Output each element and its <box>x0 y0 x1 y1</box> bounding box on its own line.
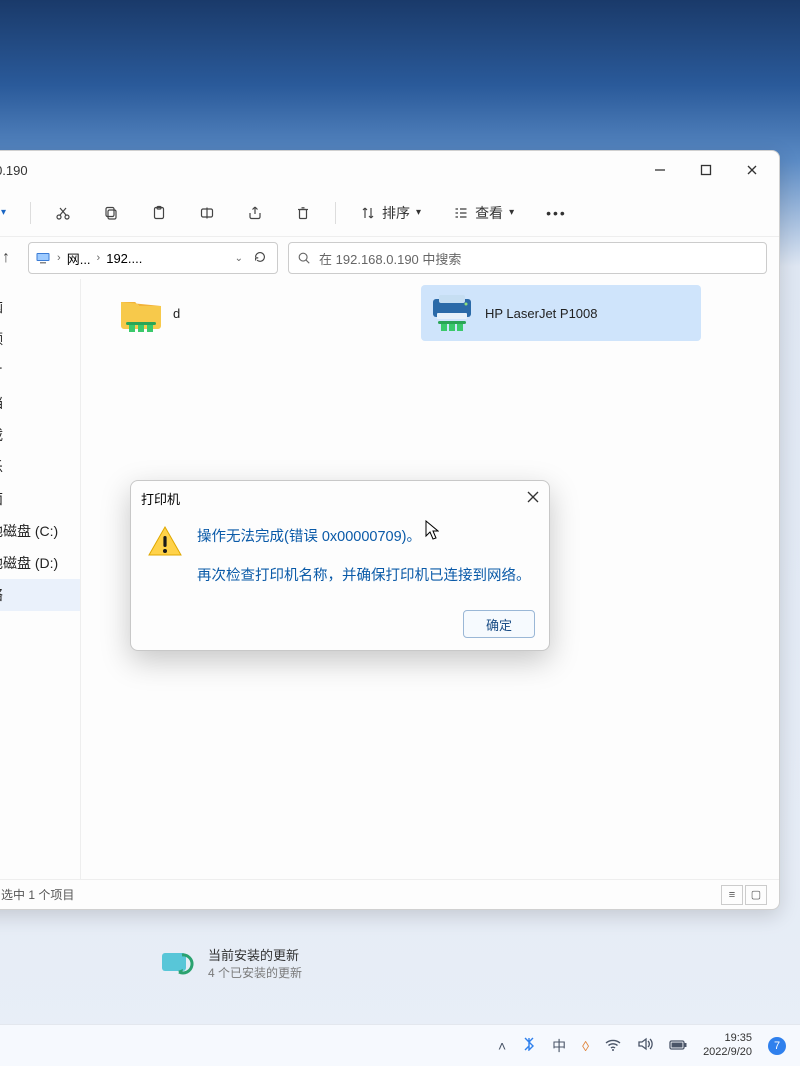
paste-button[interactable] <box>143 199 175 227</box>
details-view-button[interactable]: ≡ <box>721 885 743 905</box>
selection-count: 选中 1 个项目 <box>1 886 74 903</box>
copy-button[interactable] <box>95 199 127 227</box>
rename-button[interactable] <box>191 199 223 227</box>
ime-icon[interactable]: 中 <box>552 1036 566 1056</box>
update-notice[interactable]: 当前安装的更新 4 个已安装的更新 <box>160 945 302 981</box>
update-title: 当前安装的更新 <box>208 945 302 964</box>
minimize-button[interactable] <box>637 154 683 186</box>
dialog-title: 打印机 <box>141 489 527 508</box>
pc-icon <box>35 250 51 266</box>
printer-label: HP LaserJet P1008 <box>485 306 598 321</box>
tray-expand-icon[interactable]: ˄ <box>498 1038 506 1054</box>
chevron-down-icon: ▾ <box>509 207 514 218</box>
sidebar-item-pictures[interactable]: 图片 <box>0 355 80 387</box>
bluetooth-icon[interactable] <box>522 1037 536 1054</box>
more-button[interactable]: ••• <box>538 199 575 227</box>
clock-time: 19:35 <box>703 1032 752 1045</box>
more-icon: ••• <box>546 205 567 221</box>
up-button[interactable]: ↑ <box>2 249 10 267</box>
chevron-right-icon: › <box>97 252 101 264</box>
folder-item[interactable]: d <box>111 285 391 341</box>
nav-buttons: ▾ ↑ <box>0 249 18 267</box>
ok-button[interactable]: 确定 <box>463 610 535 638</box>
search-placeholder: 在 192.168.0.190 中搜索 <box>319 249 461 268</box>
new-button[interactable]: 建 ▾ <box>0 197 14 229</box>
sidebar-item-thispc[interactable]: 电脑 <box>0 291 80 323</box>
sidebar-item-drive-c[interactable]: 本地磁盘 (C:) <box>0 515 80 547</box>
search-input[interactable]: 在 192.168.0.190 中搜索 <box>288 242 767 274</box>
dialog-body: 操作无法完成(错误 0x00000709)。 再次检查打印机名称，并确保打印机已… <box>131 515 549 602</box>
update-icon <box>160 949 194 977</box>
dialog-message: 操作无法完成(错误 0x00000709)。 再次检查打印机名称，并确保打印机已… <box>197 525 531 588</box>
view-toggle: ≡ ▢ <box>721 885 767 905</box>
separator <box>30 202 31 224</box>
rename-icon <box>199 205 215 221</box>
shared-folder-icon <box>119 294 163 332</box>
sort-label: 排序 <box>382 203 410 223</box>
chevron-right-icon: › <box>57 252 61 264</box>
clock[interactable]: 19:35 2022/9/20 <box>703 1032 752 1058</box>
sidebar: 电脑 视频 图片 文档 下载 音乐 桌面 本地磁盘 (C:) 本地磁盘 (D:)… <box>0 279 81 879</box>
separator <box>335 202 336 224</box>
dialog-titlebar[interactable]: 打印机 <box>131 481 549 515</box>
cursor-icon <box>425 520 439 540</box>
view-button[interactable]: 查看 ▾ <box>445 197 522 229</box>
warning-icon <box>147 525 183 559</box>
tiles-view-button[interactable]: ▢ <box>745 885 767 905</box>
window-title: 58.0.190 <box>0 163 637 178</box>
statusbar: 目 选中 1 个项目 ≡ ▢ <box>0 879 779 909</box>
dialog-close-button[interactable] <box>527 491 539 506</box>
sort-icon <box>360 205 376 221</box>
error-dialog: 打印机 操作无法完成(错误 0x00000709)。 再次检查打印机名称，并确保… <box>130 480 550 651</box>
share-icon <box>247 205 263 221</box>
printer-item[interactable]: HP LaserJet P1008 <box>421 285 701 341</box>
dialog-line1: 操作无法完成(错误 0x00000709)。 <box>197 525 531 550</box>
address-row: ▾ ↑ › 网... › 192.... ⌄ 在 192.168.0.190 中… <box>0 237 779 279</box>
volume-icon[interactable] <box>637 1037 653 1054</box>
delete-button[interactable] <box>287 199 319 227</box>
clock-date: 2022/9/20 <box>703 1046 752 1059</box>
view-icon <box>453 205 469 221</box>
search-icon <box>297 251 311 265</box>
cut-icon <box>55 205 71 221</box>
security-icon[interactable]: ◊ <box>582 1038 589 1054</box>
sidebar-item-drive-d[interactable]: 本地磁盘 (D:) <box>0 547 80 579</box>
paste-icon <box>151 205 167 221</box>
toolbar: 建 ▾ 排序 ▾ 查看 ▾ <box>0 189 779 237</box>
address-bar[interactable]: › 网... › 192.... ⌄ <box>28 242 278 274</box>
breadcrumb-host[interactable]: 192.... <box>106 251 142 266</box>
battery-icon[interactable] <box>669 1038 687 1054</box>
share-button[interactable] <box>239 199 271 227</box>
update-subtitle: 4 个已安装的更新 <box>208 964 302 981</box>
sidebar-item-network[interactable]: 网络 <box>0 579 80 611</box>
delete-icon <box>295 205 311 221</box>
titlebar[interactable]: 58.0.190 <box>0 151 779 189</box>
breadcrumb-network[interactable]: 网... <box>67 249 91 268</box>
sort-button[interactable]: 排序 ▾ <box>352 197 429 229</box>
update-text: 当前安装的更新 4 个已安装的更新 <box>208 945 302 981</box>
maximize-button[interactable] <box>683 154 729 186</box>
cut-button[interactable] <box>47 199 79 227</box>
sidebar-item-videos[interactable]: 视频 <box>0 323 80 355</box>
chevron-down-icon: ▾ <box>416 207 421 218</box>
taskbar: ˄ 中 ◊ 19:35 2022/9/20 7 <box>0 1024 800 1066</box>
chevron-down-icon[interactable]: ⌄ <box>235 253 243 264</box>
dialog-line2: 再次检查打印机名称，并确保打印机已连接到网络。 <box>197 564 531 589</box>
close-button[interactable] <box>729 154 775 186</box>
sidebar-item-desktop[interactable]: 桌面 <box>0 483 80 515</box>
dialog-actions: 确定 <box>131 602 549 650</box>
sidebar-item-downloads[interactable]: 下载 <box>0 419 80 451</box>
network-printer-icon <box>429 293 475 333</box>
view-label: 查看 <box>475 203 503 223</box>
folder-label: d <box>173 306 180 321</box>
notification-badge[interactable]: 7 <box>768 1037 786 1055</box>
refresh-button[interactable] <box>249 250 271 267</box>
sidebar-item-music[interactable]: 音乐 <box>0 451 80 483</box>
sidebar-item-documents[interactable]: 文档 <box>0 387 80 419</box>
chevron-down-icon: ▾ <box>1 207 6 218</box>
copy-icon <box>103 205 119 221</box>
wifi-icon[interactable] <box>605 1038 621 1054</box>
